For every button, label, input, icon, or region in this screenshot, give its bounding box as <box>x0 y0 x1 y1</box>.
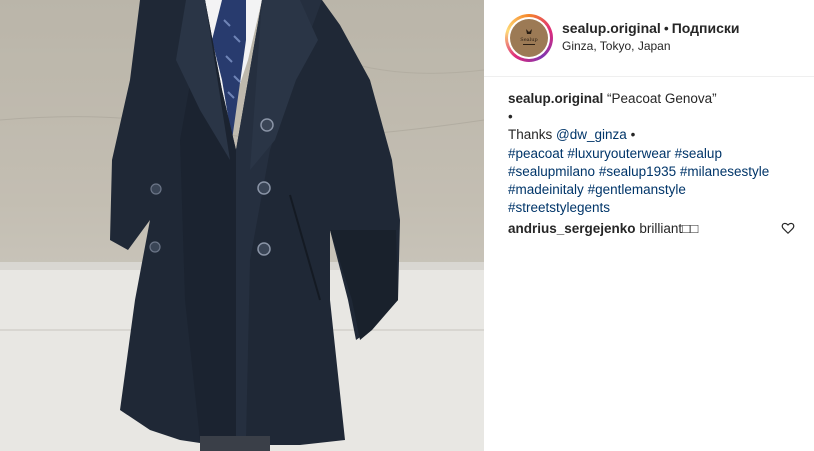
hashtag-line: #streetstylegents <box>508 199 798 217</box>
location-link[interactable]: Ginza, Tokyo, Japan <box>562 39 671 53</box>
hashtag-line: #sealupmilano #sealup1935 #milanesestyle <box>508 163 798 181</box>
hashtag-link[interactable]: #madeinitaly <box>508 182 584 197</box>
hashtag-link[interactable]: #milanesestyle <box>680 164 769 179</box>
heart-outline-icon[interactable] <box>781 221 795 235</box>
caption-title: “Peacoat Genova” <box>607 91 717 106</box>
comment-item: andrius_sergejenko brilliant□□ <box>508 220 778 238</box>
mention-link[interactable]: @dw_ginza <box>556 127 627 142</box>
hashtag-link[interactable]: #luxuryouterwear <box>567 146 671 161</box>
post-author: sealup.original • Подписки <box>562 20 740 36</box>
peacoat-photo-art <box>0 0 484 451</box>
thanks-bullet: • <box>630 127 636 143</box>
post-header: Sealup sealup.original • Подписки Ginza, T… <box>484 0 814 77</box>
comment-text: brilliant□□ <box>639 221 699 236</box>
story-avatar[interactable]: Sealup <box>505 14 553 62</box>
svg-text:Sealup: Sealup <box>520 37 537 43</box>
author-username-link[interactable]: sealup.original <box>562 20 661 36</box>
sealup-logo-icon: Sealup <box>510 19 548 57</box>
post-photo[interactable] <box>0 0 484 451</box>
hashtag-line: #peacoat #luxuryouterwear #sealup <box>508 145 798 163</box>
following-button[interactable]: Подписки <box>672 20 740 36</box>
hashtag-link[interactable]: #sealupmilano <box>508 164 595 179</box>
hashtag-link[interactable]: #sealup <box>675 146 722 161</box>
caption-author-link[interactable]: sealup.original <box>508 91 603 106</box>
caption-bullet: • <box>508 109 513 125</box>
hashtag-link[interactable]: #sealup1935 <box>599 164 676 179</box>
hashtag-link[interactable]: #gentlemanstyle <box>588 182 686 197</box>
hashtag-link[interactable]: #peacoat <box>508 146 564 161</box>
hashtag-line: #madeinitaly #gentlemanstyle <box>508 181 798 199</box>
separator-dot: • <box>663 20 669 36</box>
thanks-text: Thanks <box>508 127 553 143</box>
caption-thanks-line: Thanks @dw_ginza • <box>508 126 798 144</box>
post-details-panel: Sealup sealup.original • Подписки Ginza, T… <box>484 0 814 451</box>
avatar: Sealup <box>508 17 550 59</box>
caption-title-line: sealup.original “Peacoat Genova” <box>508 90 798 108</box>
comment-author-link[interactable]: andrius_sergejenko <box>508 221 636 236</box>
post-caption: sealup.original “Peacoat Genova” • Thank… <box>508 90 798 217</box>
hashtag-link[interactable]: #streetstylegents <box>508 200 610 215</box>
